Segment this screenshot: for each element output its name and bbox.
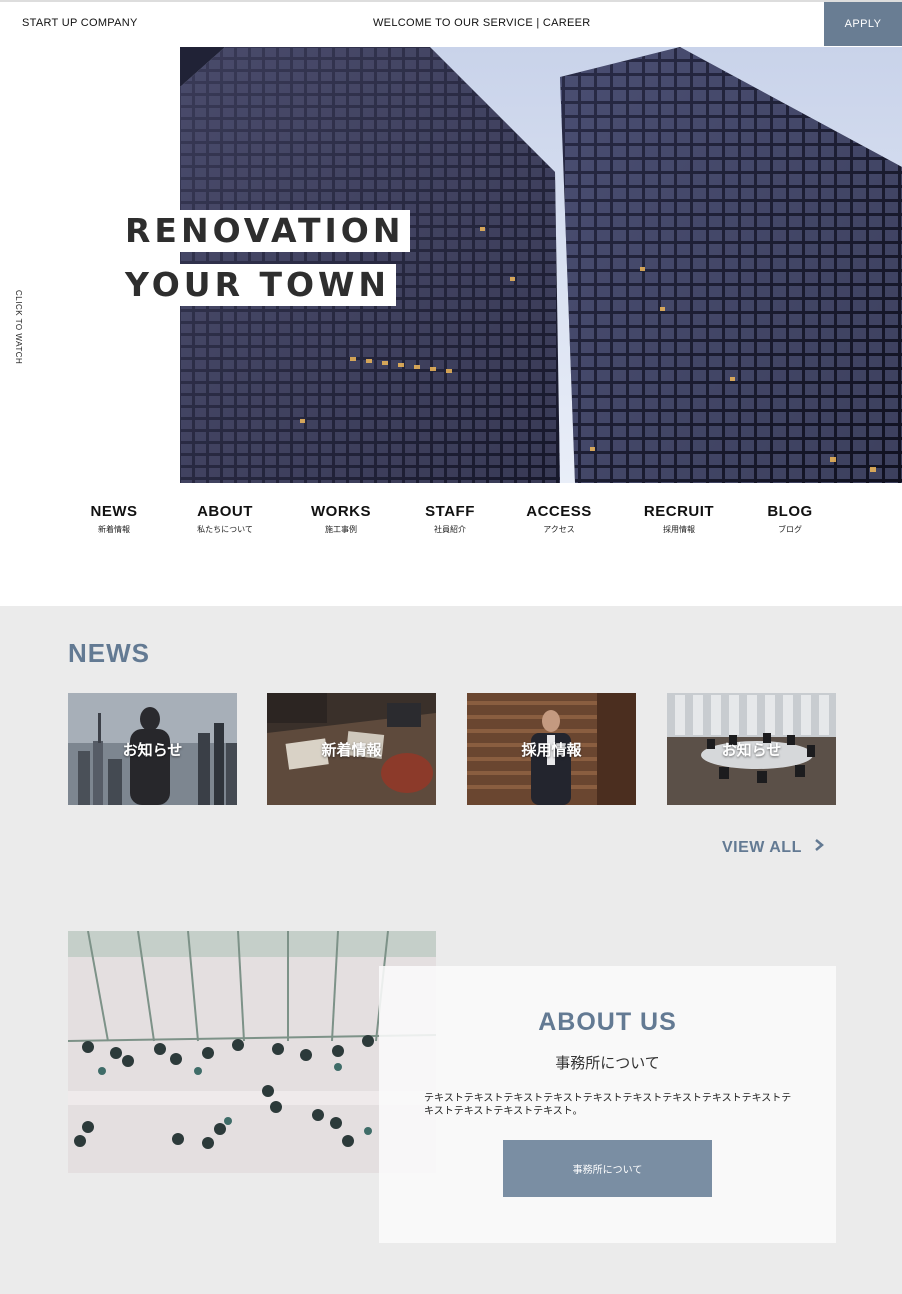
nav-sublabel: 採用情報 (663, 525, 695, 534)
nav-item-works[interactable]: WORKS 施工事例 (291, 503, 391, 535)
nav-sublabel: ブログ (778, 525, 802, 534)
nav-item-recruit[interactable]: RECRUIT 採用情報 (629, 503, 729, 535)
nav-label: STAFF (425, 503, 475, 520)
hero-headline-line-1: RENOVATION (118, 210, 411, 252)
nav-sublabel: 私たちについて (197, 525, 253, 534)
nav-label: RECRUIT (643, 503, 715, 520)
nav-sublabel: 新着情報 (98, 525, 130, 534)
chevron-right-icon (814, 838, 824, 857)
news-card-2[interactable]: 新着情報 (267, 693, 436, 805)
nav-label: BLOG (767, 503, 813, 520)
about-us-description: テキストテキストテキストテキストテキストテキストテキストテキストテキストテキスト… (424, 1093, 792, 1117)
apply-button[interactable]: APPLY (824, 2, 902, 46)
news-card-label: お知らせ (721, 741, 782, 759)
nav-label: WORKS (311, 503, 371, 520)
nav-label: ABOUT (197, 503, 253, 520)
view-all-link[interactable]: VIEW ALL (722, 838, 824, 857)
company-logo[interactable]: START UP COMPANY (22, 17, 138, 29)
nav-sublabel: 社員紹介 (434, 525, 466, 534)
nav-item-blog[interactable]: BLOG ブログ (740, 503, 840, 535)
nav-label: NEWS (90, 503, 138, 520)
nav-sublabel: アクセス (543, 525, 575, 534)
about-us-panel: ABOUT US 事務所について テキストテキストテキストテキストテキストテキス… (379, 966, 836, 1243)
news-heading: NEWS (68, 638, 150, 668)
news-card-1[interactable]: お知らせ (68, 693, 237, 805)
nav-item-news[interactable]: NEWS 新着情報 (64, 503, 164, 535)
click-to-watch-link[interactable]: CLICK TO WATCH (14, 290, 23, 364)
site-header: START UP COMPANY WELCOME TO OUR SERVICE … (0, 2, 902, 46)
view-all-label: VIEW ALL (722, 838, 802, 856)
hero-headline-line-2: YOUR TOWN (118, 264, 397, 306)
nav-label: ACCESS (526, 503, 592, 520)
main-navigation: NEWS 新着情報 ABOUT 私たちについて WORKS 施工事例 STAFF… (60, 503, 850, 543)
news-card-label: 採用情報 (521, 741, 582, 759)
nav-sublabel: 施工事例 (325, 525, 357, 534)
about-office-button[interactable]: 事務所について (503, 1140, 712, 1197)
news-card-4[interactable]: お知らせ (667, 693, 836, 805)
nav-item-staff[interactable]: STAFF 社員紹介 (400, 503, 500, 535)
nav-item-about[interactable]: ABOUT 私たちについて (175, 503, 275, 535)
nav-item-access[interactable]: ACCESS アクセス (509, 503, 609, 535)
about-us-subheading: 事務所について (555, 1055, 660, 1072)
news-card-3[interactable]: 採用情報 (467, 693, 636, 805)
hero-headline: RENOVATION YOUR TOWN (118, 210, 411, 318)
welcome-message: WELCOME TO OUR SERVICE | CAREER (373, 17, 591, 29)
about-us-heading: ABOUT US (538, 1008, 677, 1036)
news-card-label: 新着情報 (321, 741, 382, 759)
news-card-label: お知らせ (122, 741, 183, 759)
